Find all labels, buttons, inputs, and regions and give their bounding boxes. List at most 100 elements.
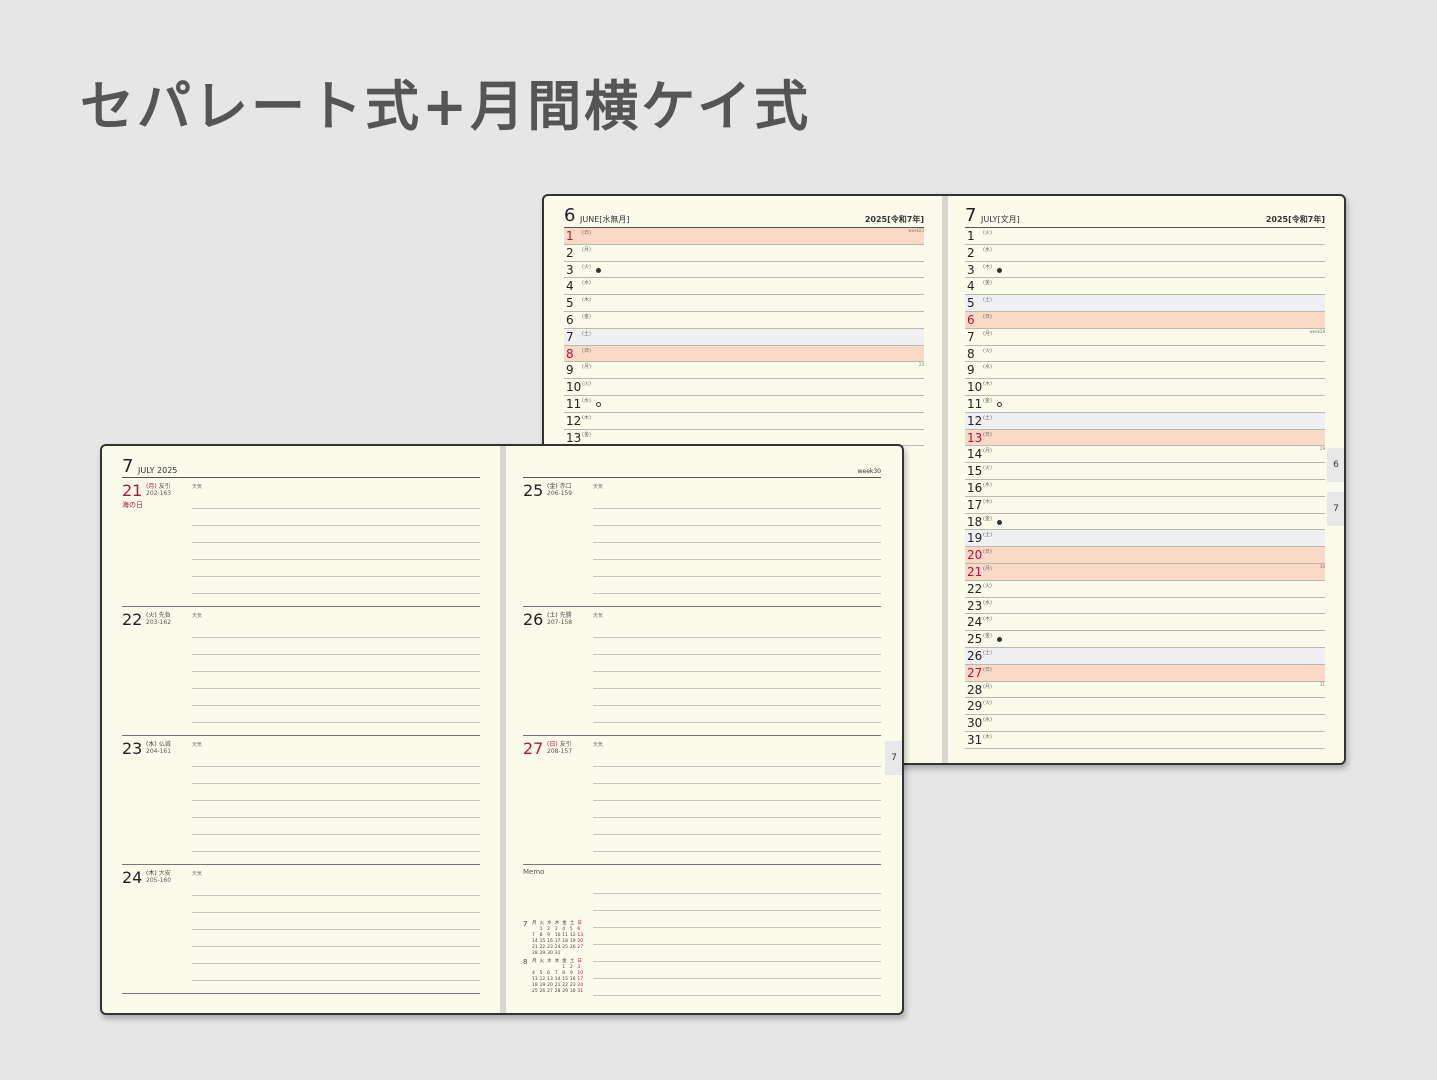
month-row[interactable]: 11 (水) [564, 396, 924, 413]
mini-calendar-cell: 31 [554, 951, 561, 956]
weekday-label: (水) [983, 364, 992, 371]
day-number: 22 [967, 581, 983, 596]
month-row[interactable]: 28 (月) 31 [965, 682, 1325, 699]
day-count: 207-158 [547, 619, 573, 626]
month-row[interactable]: 8 (火) [965, 346, 1325, 363]
day-number: 25 [967, 632, 983, 647]
month-row[interactable]: 4 (金) [965, 278, 1325, 296]
index-tab-july[interactable]: 7 [1327, 492, 1344, 526]
month-row[interactable]: 7 (月) week28 [965, 329, 1325, 346]
month-row[interactable]: 12 (土) [965, 412, 1325, 430]
rokuyo-label: 赤口 [559, 483, 572, 490]
index-tab-july[interactable]: 7 [885, 741, 902, 775]
month-row[interactable]: 10 (木) [965, 379, 1325, 396]
month-row[interactable]: 3 (火) [564, 262, 924, 279]
weekday-label: (日) [582, 230, 591, 236]
day-number: 11 [566, 396, 582, 411]
month-year: 2025[令和7年] [864, 215, 924, 224]
mini-calendar-cell [570, 951, 578, 957]
month-row[interactable]: 7 (土) [564, 328, 924, 346]
weekday-label: (水) [983, 717, 992, 724]
month-row[interactable]: 6 (金) [564, 312, 924, 329]
week-marker: 30 [1319, 563, 1325, 569]
day-number: 21 [967, 564, 983, 579]
weekday-label: (木) [983, 498, 992, 505]
month-row[interactable]: 1 (火) [965, 228, 1325, 245]
month-row[interactable]: 8 (日) [564, 345, 924, 363]
writing-lines[interactable] [192, 879, 480, 993]
month-row[interactable]: 22 (火) [965, 581, 1325, 598]
month-row[interactable]: 29 (火) [965, 698, 1325, 716]
month-row[interactable]: 30 (水) [965, 715, 1325, 732]
day-number: 13 [566, 430, 582, 445]
day-meta: (水) 仏滅 204-161 [146, 741, 171, 755]
mini-calendar-grid: 月火水木金土日 1 2 3 4 5 6 7 8 9 10 11 12 13 14 15 16 17 18 19 20 21… [532, 959, 585, 995]
month-row[interactable]: 14 (月) 29 [965, 446, 1325, 464]
day-number: 5 [566, 296, 574, 311]
rokuyo-label: 先勝 [559, 612, 572, 619]
moon-phase-icon [596, 267, 601, 273]
day-block: 21 (月) 友引 202-163 海の日 天気 [122, 478, 480, 607]
day-blocks: 21 (月) 友引 202-163 海の日 天気 22 (火) 先負 203-162 天気 23 (水)… [122, 478, 480, 994]
month-row[interactable]: 2 (月) [564, 245, 924, 262]
month-row[interactable]: 5 (木) [564, 295, 924, 312]
month-row[interactable]: 6 (日) [965, 311, 1325, 329]
month-row[interactable]: 20 (日) [965, 547, 1325, 564]
month-row[interactable]: 4 (水) [564, 278, 924, 296]
day-block: 23 (水) 仏滅 204-161 天気 [122, 736, 480, 865]
month-row[interactable]: 26 (土) [965, 647, 1325, 665]
writing-lines[interactable] [593, 492, 881, 606]
month-row[interactable]: 13 (日) [965, 429, 1325, 447]
weather-label: 天気 [192, 484, 203, 490]
month-row[interactable]: 1 (日) week23 [564, 228, 924, 245]
mini-calendar-cell: 30 [547, 951, 553, 956]
month-row[interactable]: 2 (水) [965, 245, 1325, 262]
month-row[interactable]: 17 (木) [965, 497, 1325, 514]
rokuyo-label: 仏滅 [158, 741, 171, 748]
month-name: JULY[文月] [981, 215, 1020, 224]
month-row[interactable]: 19 (土) [965, 530, 1325, 548]
month-row[interactable]: 24 (木) [965, 614, 1325, 632]
month-row[interactable]: 15 (火) [965, 463, 1325, 480]
weekly-page-left: 7 JULY 2025 21 (月) 友引 202-163 海の日 天気 22 (火) 先負 20… [122, 456, 480, 994]
writing-lines[interactable] [593, 750, 881, 864]
month-row[interactable]: 3 (木) [965, 262, 1325, 279]
month-row[interactable]: 25 (金) [965, 631, 1325, 648]
day-number: 23 [967, 598, 983, 613]
month-row[interactable]: 27 (日) [965, 664, 1325, 682]
weekday-label: (水) [983, 246, 992, 253]
month-row[interactable]: 5 (土) [965, 295, 1325, 312]
writing-lines[interactable] [593, 621, 881, 735]
month-row[interactable]: 12 (木) [564, 413, 924, 430]
day-count: 205-160 [146, 877, 172, 884]
month-row[interactable]: 21 (月) 30 [965, 563, 1325, 581]
day-number: 3 [967, 262, 975, 277]
weather-label: 天気 [192, 742, 203, 748]
month-row[interactable]: 11 (金) [965, 396, 1325, 413]
mini-calendar: 7 月火水木金土日 1 2 3 4 5 6 7 8 9 10 11 12 13 14 15 16 17 18 19 20 2… [523, 921, 585, 957]
month-row[interactable]: 9 (水) [965, 362, 1325, 380]
weekday-label: (土) [547, 612, 558, 619]
day-number: 21 [122, 481, 143, 500]
month-row[interactable]: 16 (水) [965, 480, 1325, 497]
month-row[interactable]: 10 (火) [564, 379, 924, 396]
weekday-label: (日) [983, 666, 992, 673]
month-row[interactable]: 23 (水) [965, 598, 1325, 615]
day-number: 27 [967, 665, 983, 680]
writing-lines[interactable] [192, 750, 480, 864]
index-tab-june[interactable]: 6 [1327, 448, 1344, 482]
day-number: 26 [967, 648, 983, 663]
month-row[interactable]: 9 (月) 24 [564, 362, 924, 380]
day-number: 27 [523, 739, 544, 758]
day-number: 10 [566, 380, 582, 395]
day-number: 24 [122, 868, 143, 887]
month-row[interactable]: 18 (金) [965, 514, 1325, 531]
day-block: 27 (日) 友引 208-157 天気 [523, 736, 881, 865]
writing-lines[interactable] [192, 621, 480, 735]
writing-lines[interactable] [192, 492, 480, 606]
week-marker: week28 [1309, 328, 1325, 334]
month-row[interactable]: 31 (木) [965, 732, 1325, 749]
weekday-label: (火) [582, 263, 591, 270]
mini-calendar-month: 8 [523, 958, 528, 966]
memo-lines[interactable] [593, 877, 881, 997]
